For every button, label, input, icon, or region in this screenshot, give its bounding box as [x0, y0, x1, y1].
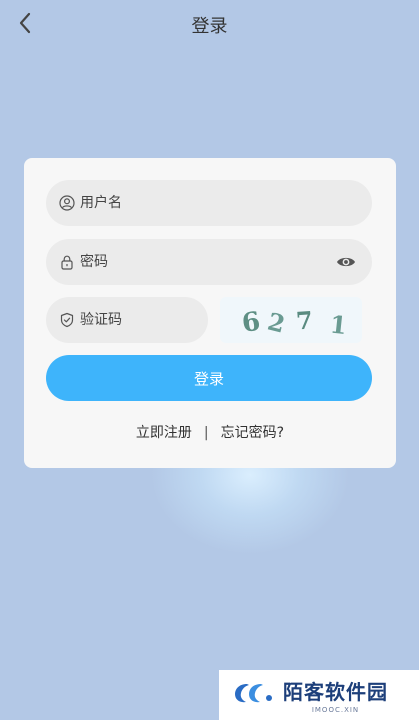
watermark-subtitle: IMOOC.XIN	[311, 706, 360, 714]
forgot-password-link[interactable]: 忘记密码?	[221, 425, 284, 441]
captcha-image[interactable]: 6 2 7 1	[220, 297, 362, 343]
captcha-digit: 6	[240, 307, 262, 339]
captcha-digit: 1	[329, 309, 349, 340]
password-field	[46, 239, 372, 285]
register-link[interactable]: 立即注册	[136, 425, 192, 441]
auth-links: 立即注册 | 忘记密码?	[24, 422, 396, 442]
captcha-digit: 7	[295, 305, 314, 335]
shield-icon	[58, 311, 76, 329]
link-separator: |	[203, 425, 209, 441]
watermark-logo-icon	[233, 680, 275, 710]
username-input[interactable]	[80, 180, 372, 226]
captcha-digit: 2	[265, 307, 288, 339]
user-circle-icon	[58, 194, 76, 212]
page-title: 登录	[191, 16, 228, 37]
watermark: 陌客软件园 IMOOC.XIN	[219, 670, 419, 720]
login-button[interactable]: 登录	[46, 355, 372, 401]
eye-icon[interactable]	[334, 250, 358, 274]
username-field	[46, 180, 372, 226]
lock-icon	[58, 253, 76, 271]
captcha-field	[46, 297, 208, 343]
watermark-name: 陌客软件园	[283, 680, 388, 704]
password-input[interactable]	[80, 239, 334, 285]
top-bar: 登录	[0, 0, 419, 48]
captcha-input[interactable]	[80, 297, 208, 343]
login-card: 6 2 7 1 登录 立即注册 | 忘记密码?	[24, 158, 396, 468]
